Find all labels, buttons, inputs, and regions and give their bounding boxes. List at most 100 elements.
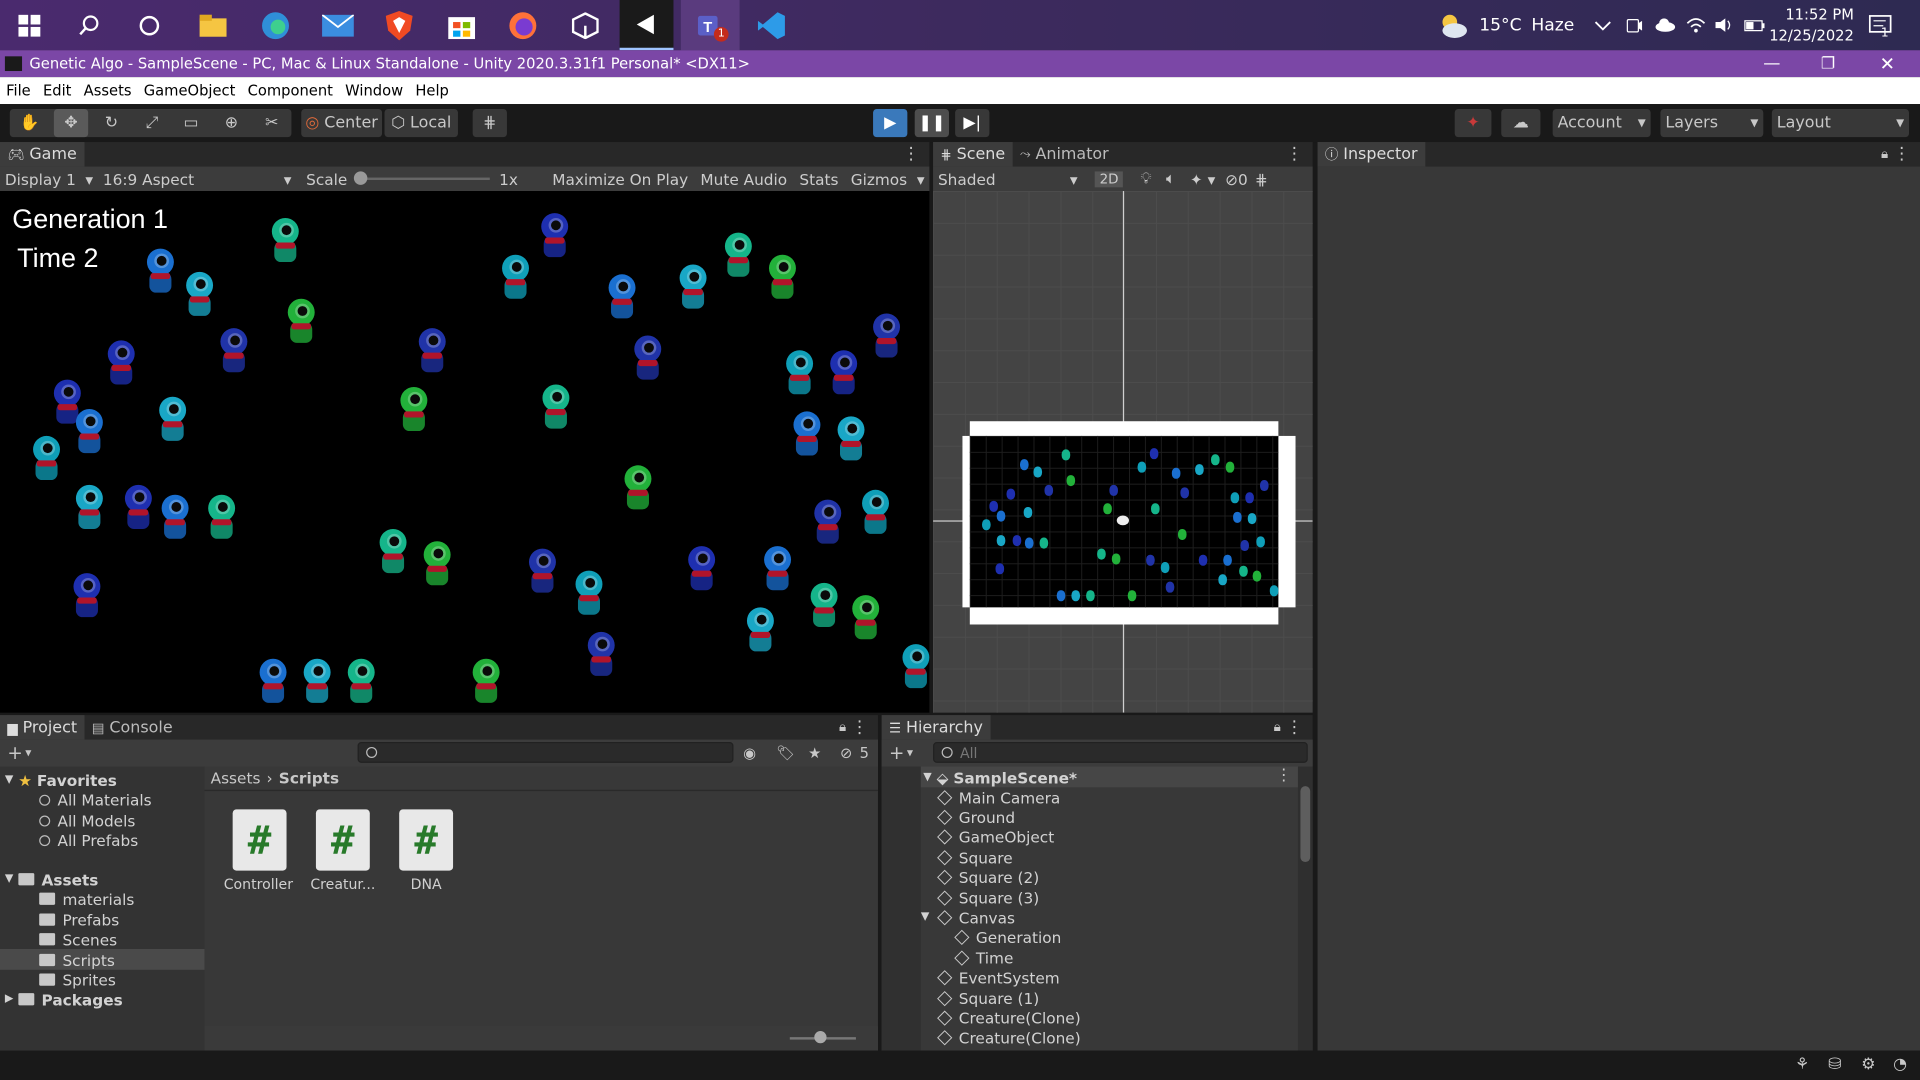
wifi-icon[interactable] [1686,0,1706,50]
script-file-label[interactable]: DNA [383,876,469,893]
hierarchy-scrollbar[interactable] [1297,766,1313,1051]
packages-folder[interactable]: ▶ Packages [5,989,123,1009]
gizmos-toggle[interactable]: Gizmos [851,170,907,188]
display-dropdown[interactable]: Display 1 ▾ [0,170,98,188]
chevron-down-icon[interactable]: ▼ [921,912,929,924]
chevron-down-icon[interactable]: ▾ [907,746,913,759]
hierarchy-search-input[interactable]: All [933,742,1308,763]
menu-gameobject[interactable]: GameObject [138,82,242,99]
progress-icon[interactable]: ◔ [1893,1056,1907,1074]
hierarchy-item[interactable]: Ground [937,807,1015,827]
folder-materials[interactable]: materials [39,889,134,909]
rect-tool-icon[interactable]: ▭ [174,109,208,137]
hierarchy-item[interactable]: Creature(Clone) [937,1008,1081,1028]
move-tool-icon[interactable]: ✥ [53,108,89,138]
restore-icon[interactable]: ❐ [1821,54,1835,72]
project-search-input[interactable] [357,742,734,763]
scale-tool-icon[interactable]: ⤢ [135,109,169,137]
grid-toggle-icon[interactable]: ⋕ [1255,170,1268,188]
icon-size-slider-thumb[interactable] [814,1031,827,1044]
chevron-down-icon[interactable]: ▾ [25,746,31,759]
cache-server-icon[interactable]: ⛁ [1828,1056,1841,1074]
play-button[interactable]: ▶ [873,108,908,138]
hierarchy-item[interactable]: Creature(Clone) [937,1028,1081,1048]
layout-dropdown[interactable]: Layout ▾ [1771,108,1909,138]
hierarchy-item[interactable]: GameObject [937,828,1054,848]
minimize-icon[interactable]: — [1763,54,1780,74]
stats-toggle[interactable]: Stats [799,170,838,188]
hierarchy-item[interactable]: Main Camera [937,787,1060,807]
lighting-icon[interactable]: 💡︎ [1141,169,1152,189]
kebab-menu-icon[interactable]: ⋮ [902,144,919,164]
rotate-tool-icon[interactable]: ↻ [94,109,128,137]
tab-animator[interactable]: ⤳ Animator [1012,142,1116,166]
file-explorer-icon[interactable] [193,6,232,45]
collab-icon[interactable]: ✦ [1454,108,1492,138]
favorite-all-prefabs[interactable]: All Prefabs [39,830,138,850]
chevron-down-icon[interactable]: ▾ [1208,170,1216,188]
meet-now-icon[interactable] [1626,0,1643,50]
kebab-menu-icon[interactable]: ⋮ [851,718,868,738]
scale-slider[interactable] [353,170,495,187]
tab-game[interactable]: 🎮︎ Game [0,142,85,167]
battery-icon[interactable] [1744,0,1766,50]
mail-icon[interactable] [318,6,357,45]
maximize-on-play-toggle[interactable]: Maximize On Play [552,170,688,188]
script-file-icon[interactable]: # [399,809,454,871]
kebab-menu-icon[interactable]: ⋮ [1286,718,1303,738]
script-file-icon[interactable]: # [315,809,370,871]
weather-widget[interactable]: 15°C Haze [1435,0,1574,50]
teams-icon[interactable]: T 1 [680,0,740,51]
volume-icon[interactable] [1714,0,1734,50]
folder-scripts[interactable]: Scripts [39,950,115,970]
hierarchy-item[interactable]: Square (3) [937,888,1039,908]
create-plus-icon[interactable]: + [7,742,22,764]
script-file-icon[interactable]: # [232,809,287,871]
tab-scene[interactable]: ⋕ Scene [933,142,1013,167]
brave-icon[interactable] [380,6,419,45]
tray-chevron-up-icon[interactable] [1594,0,1611,50]
menu-assets[interactable]: Assets [78,82,138,99]
hand-tool-icon[interactable]: ✋ [12,109,46,137]
close-icon[interactable]: ✕ [1880,53,1895,75]
layers-dropdown[interactable]: Layers ▾ [1660,108,1764,138]
folder-sprites[interactable]: Sprites [39,970,116,990]
onedrive-icon[interactable] [1654,0,1676,50]
menu-edit[interactable]: Edit [37,82,78,99]
hierarchy-item[interactable]: EventSystem [937,968,1060,988]
tab-inspector[interactable]: ⓘ Inspector [1317,142,1425,167]
mute-audio-toggle[interactable]: Mute Audio [700,170,787,188]
search-by-type-icon[interactable]: ◉ [743,744,756,761]
grid-snap-icon[interactable]: ⋕ [472,108,507,138]
scene-root[interactable]: ▼ ⬙ SampleScene* [923,768,1077,788]
script-file-label[interactable]: Creatur... [300,876,386,893]
clock[interactable]: 11:52 PM 12/25/2022 [1769,0,1854,50]
chevron-down-icon[interactable]: ▾ [917,170,925,188]
bug-report-icon[interactable]: ⚘ [1795,1056,1809,1074]
pivot-local-button[interactable]: ⬡ Local [384,108,458,138]
hierarchy-item[interactable]: Square (2) [937,868,1039,888]
mode-2d-toggle[interactable]: 2D [1094,170,1124,187]
edge-icon[interactable] [256,6,295,45]
hierarchy-item[interactable]: Square [937,848,1013,868]
favorite-all-materials[interactable]: All Materials [39,790,152,810]
pause-button[interactable]: ❚❚ [914,108,949,138]
cortana-icon[interactable] [130,6,169,45]
camera-gizmo[interactable] [1116,515,1129,526]
custom-tool-icon[interactable]: ✂ [255,109,289,137]
breadcrumb-scripts[interactable]: Scripts [279,769,339,787]
visibility-icon[interactable]: ⊘ [1225,170,1238,188]
firefox-icon[interactable] [503,6,542,45]
audio-icon[interactable]: 🔈︎ [1166,169,1175,189]
unity-editor-icon[interactable] [619,0,674,51]
lock-icon[interactable]: 🔒︎ [1274,719,1281,736]
menu-window[interactable]: Window [339,82,409,99]
shading-dropdown[interactable]: Shaded ▾ [933,170,1082,188]
favorite-all-models[interactable]: All Models [39,811,135,831]
kebab-menu-icon[interactable]: ⋮ [1893,144,1910,164]
hidden-packages-icon[interactable]: ⊘ [840,744,852,761]
menu-component[interactable]: Component [241,82,339,99]
favorite-star-icon[interactable]: ★ [808,744,821,761]
account-dropdown[interactable]: Account ▾ [1552,108,1651,138]
scene-view[interactable] [933,191,1313,713]
